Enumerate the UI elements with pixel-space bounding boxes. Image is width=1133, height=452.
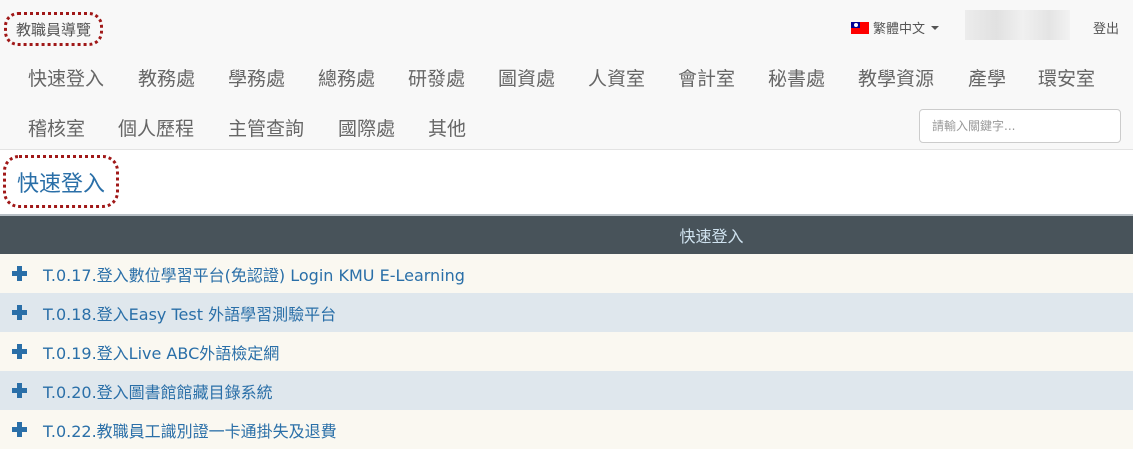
nav-item-environment-safety[interactable]: 環安室 — [1038, 64, 1095, 91]
nav-item-general-affairs[interactable]: 總務處 — [318, 64, 375, 91]
brand-link[interactable]: 教職員導覽 — [4, 12, 104, 46]
page-title: 快速登入 — [3, 155, 120, 208]
plus-icon — [12, 344, 27, 359]
taiwan-flag-icon — [851, 21, 869, 34]
nav-item-library-info[interactable]: 圖資處 — [498, 64, 555, 91]
list-item-label[interactable]: T.0.19.登入Live ABC外語檢定網 — [43, 340, 279, 364]
nav-item-supervisor-query[interactable]: 主管查詢 — [228, 114, 304, 141]
nav-item-accounting[interactable]: 會計室 — [678, 64, 735, 91]
nav-item-research[interactable]: 研發處 — [408, 64, 465, 91]
nav-item-quick-login[interactable]: 快速登入 — [28, 64, 104, 91]
nav-item-industry[interactable]: 產學 — [968, 64, 1006, 91]
list-item[interactable]: T.0.17.登入數位學習平台(免認證) Login KMU E-Learnin… — [0, 254, 1133, 293]
nav-item-student-affairs[interactable]: 學務處 — [228, 64, 285, 91]
plus-icon — [12, 383, 27, 398]
language-dropdown[interactable]: 繁體中文 — [851, 18, 940, 37]
caret-down-icon — [931, 25, 940, 30]
list-item[interactable]: T.0.20.登入圖書館館藏目錄系統 — [0, 371, 1133, 410]
list-item[interactable]: T.0.18.登入Easy Test 外語學習測驗平台 — [0, 293, 1133, 332]
list-item[interactable]: T.0.19.登入Live ABC外語檢定網 — [0, 332, 1133, 371]
nav-item-international[interactable]: 國際處 — [338, 114, 395, 141]
search-input[interactable] — [919, 109, 1121, 143]
list-item-label[interactable]: T.0.18.登入Easy Test 外語學習測驗平台 — [43, 301, 336, 325]
nav-item-teaching-resources[interactable]: 教學資源 — [858, 64, 934, 91]
table-header: 快速登入 — [0, 214, 1133, 254]
nav-item-personnel[interactable]: 人資室 — [588, 64, 645, 91]
quick-login-list: T.0.17.登入數位學習平台(免認證) Login KMU E-Learnin… — [0, 254, 1133, 449]
language-label: 繁體中文 — [873, 22, 926, 37]
list-item[interactable]: T.0.22.教職員工識別證一卡通掛失及退費 — [0, 410, 1133, 449]
list-item-label[interactable]: T.0.22.教職員工識別證一卡通掛失及退費 — [43, 418, 337, 442]
nav-item-other[interactable]: 其他 — [428, 114, 466, 141]
list-item-label[interactable]: T.0.17.登入數位學習平台(免認證) Login KMU E-Learnin… — [43, 262, 465, 286]
nav-item-personal-history[interactable]: 個人歷程 — [118, 114, 194, 141]
plus-icon — [12, 422, 27, 437]
plus-icon — [12, 305, 27, 320]
logout-link[interactable]: 登出 — [1093, 18, 1119, 37]
nav-item-academic-affairs[interactable]: 教務處 — [138, 64, 195, 91]
nav-item-secretariat[interactable]: 秘書處 — [768, 64, 825, 91]
list-item-label[interactable]: T.0.20.登入圖書館館藏目錄系統 — [43, 379, 273, 403]
plus-icon — [12, 266, 27, 281]
nav-item-audit[interactable]: 稽核室 — [28, 114, 85, 141]
top-navbar: 教職員導覽 繁體中文 登出 快速登入 教務處 學務處 總務處 研發處 圖資處 人… — [0, 0, 1133, 150]
user-name-blurred — [965, 10, 1070, 40]
